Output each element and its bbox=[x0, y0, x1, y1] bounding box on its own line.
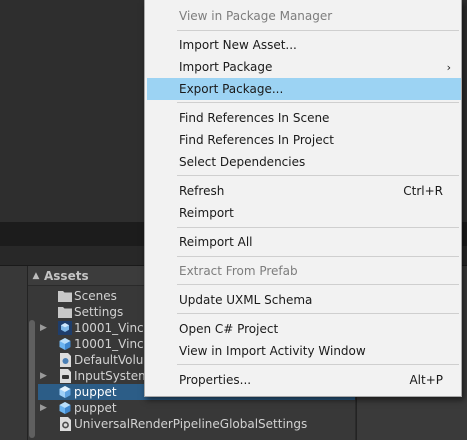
menu-separator bbox=[177, 30, 459, 31]
asset-label: Scenes bbox=[74, 289, 117, 303]
menu-separator bbox=[177, 102, 459, 103]
caret-up-icon: ▲ bbox=[32, 270, 40, 281]
menu-separator bbox=[177, 227, 459, 228]
menu-item-update-uxml-schema[interactable]: Update UXML Schema bbox=[147, 289, 461, 311]
asset-label: InputSystem bbox=[74, 369, 150, 383]
asset-item-puppet[interactable]: ▶ puppet bbox=[38, 400, 355, 416]
settings-asset-icon bbox=[58, 417, 72, 431]
prefab-icon bbox=[58, 338, 72, 351]
input-asset-icon bbox=[58, 369, 72, 383]
menu-item-select-dependencies[interactable]: Select Dependencies bbox=[147, 151, 461, 173]
menu-separator bbox=[177, 364, 459, 365]
shortcut-label: Alt+P bbox=[409, 373, 443, 387]
menu-item-reimport[interactable]: Reimport bbox=[147, 202, 461, 224]
asset-label: 10001_Vince bbox=[74, 337, 152, 351]
menu-item-find-references-in-scene[interactable]: Find References In Scene bbox=[147, 107, 461, 129]
menu-item-view-in-package-manager: View in Package Manager bbox=[179, 9, 333, 23]
menu-item-import-new-asset[interactable]: Import New Asset... bbox=[147, 34, 461, 56]
context-menu: View in Package Manager Import New Asset… bbox=[144, 0, 462, 397]
asset-label: DefaultVolu bbox=[74, 353, 144, 367]
prefab-icon bbox=[58, 386, 72, 399]
expand-arrow-icon[interactable]: ▶ bbox=[40, 371, 47, 381]
chevron-right-icon: › bbox=[446, 60, 451, 74]
menu-item-reimport-all[interactable]: Reimport All bbox=[147, 231, 461, 253]
menu-item-extract-from-prefab: Extract From Prefab bbox=[179, 264, 298, 278]
menu-item-properties[interactable]: Properties... Alt+P bbox=[147, 369, 461, 391]
menu-item-refresh[interactable]: Refresh Ctrl+R bbox=[147, 180, 461, 202]
asset-label: UniversalRenderPipelineGlobalSettings bbox=[74, 417, 308, 431]
asset-label: puppet bbox=[74, 401, 117, 415]
menu-item-view-in-import-activity-window[interactable]: View in Import Activity Window bbox=[147, 340, 461, 362]
vertical-scrollbar[interactable] bbox=[28, 320, 36, 440]
scrollbar-thumb[interactable] bbox=[29, 320, 35, 438]
asset-label: Settings bbox=[74, 305, 124, 319]
assets-breadcrumb-label: Assets bbox=[44, 268, 89, 283]
menu-separator bbox=[177, 256, 459, 257]
menu-separator bbox=[177, 175, 459, 176]
expand-arrow-icon[interactable]: ▶ bbox=[40, 323, 47, 333]
asset-label: puppet bbox=[74, 385, 117, 399]
expand-arrow-icon[interactable]: ▶ bbox=[40, 403, 47, 413]
project-folder-tree-panel[interactable] bbox=[0, 266, 28, 440]
asset-item-urp-global-settings[interactable]: UniversalRenderPipelineGlobalSettings bbox=[38, 416, 355, 432]
menu-item-import-package[interactable]: Import Package › bbox=[147, 56, 461, 78]
model-icon bbox=[58, 321, 72, 335]
menu-item-export-package[interactable]: Export Package... bbox=[147, 78, 461, 100]
shortcut-label: Ctrl+R bbox=[403, 184, 443, 198]
folder-icon bbox=[58, 290, 72, 303]
menu-separator bbox=[177, 284, 459, 285]
asset-label: 10001_Vince bbox=[74, 321, 152, 335]
menu-separator bbox=[177, 313, 459, 314]
menu-item-find-references-in-project[interactable]: Find References In Project bbox=[147, 129, 461, 151]
menu-item-open-csharp-project[interactable]: Open C# Project bbox=[147, 318, 461, 340]
folder-icon bbox=[58, 306, 72, 319]
prefab-icon bbox=[58, 402, 72, 415]
asset-icon bbox=[58, 353, 72, 367]
